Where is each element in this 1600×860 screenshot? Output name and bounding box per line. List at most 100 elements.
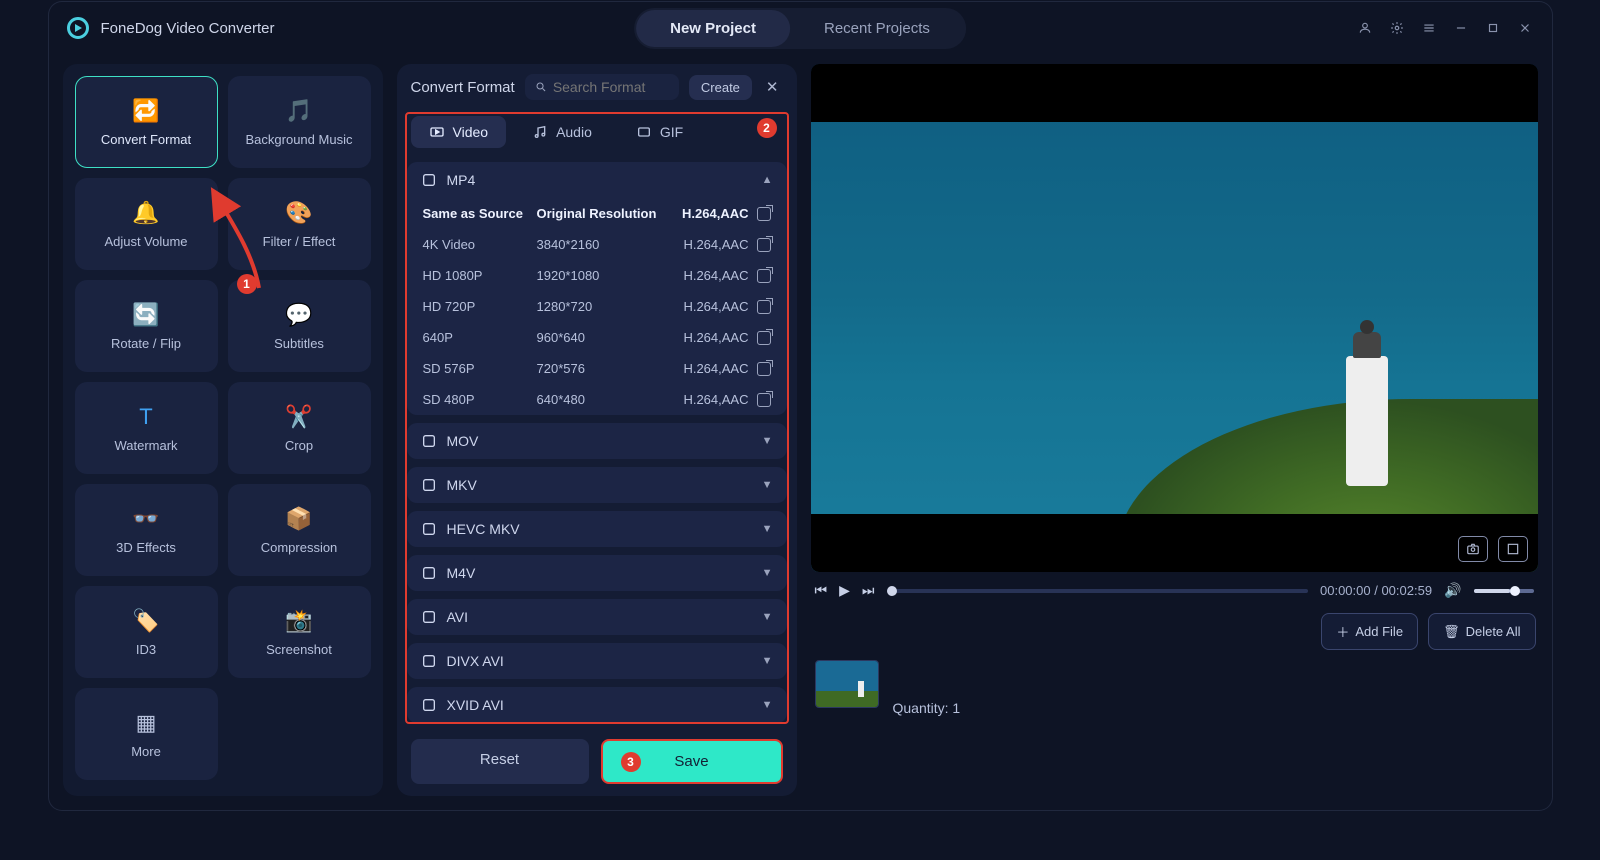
format-group-header[interactable]: XVID AVI ▼ bbox=[407, 687, 787, 723]
edit-preset-icon[interactable] bbox=[757, 362, 771, 376]
preset-codec: H.264,AAC bbox=[683, 268, 748, 283]
format-name: XVID AVI bbox=[447, 697, 504, 713]
format-preset[interactable]: SD 480P640*480H.264,AAC bbox=[407, 384, 787, 415]
settings-icon[interactable] bbox=[1388, 19, 1406, 37]
preset-label: SD 480P bbox=[423, 392, 533, 407]
tool-crop[interactable]: ✂️ Crop bbox=[228, 382, 371, 474]
tab-new-project[interactable]: New Project bbox=[636, 10, 790, 47]
tool-filter-effect[interactable]: 🎨 Filter / Effect bbox=[228, 178, 371, 270]
create-button[interactable]: Create bbox=[689, 75, 752, 100]
seek-track[interactable] bbox=[887, 589, 1309, 593]
time-current: 00:00:00 bbox=[1320, 583, 1371, 598]
play-button[interactable]: ▶ bbox=[839, 582, 850, 599]
format-name: MOV bbox=[447, 433, 479, 449]
clip-thumbnail[interactable] bbox=[815, 660, 879, 708]
gif-icon bbox=[636, 124, 652, 140]
title-bar: FoneDog Video Converter New Project Rece… bbox=[49, 2, 1552, 54]
trash-icon: 🗑 bbox=[1443, 624, 1460, 640]
format-icon bbox=[421, 172, 437, 188]
tab-recent-projects[interactable]: Recent Projects bbox=[790, 10, 964, 47]
tool-label: Crop bbox=[285, 438, 313, 453]
preview-scene bbox=[811, 64, 1538, 572]
preset-label: HD 1080P bbox=[423, 268, 533, 283]
edit-preset-icon[interactable] bbox=[757, 393, 771, 407]
format-group: HEVC MKV▼ bbox=[407, 511, 787, 547]
chevron-icon: ▼ bbox=[762, 699, 773, 711]
time-total: 00:02:59 bbox=[1381, 583, 1432, 598]
format-group-header[interactable]: MKV▼ bbox=[407, 467, 787, 503]
tool-label: Subtitles bbox=[274, 336, 324, 351]
snapshot-button[interactable] bbox=[1458, 536, 1488, 562]
search-icon bbox=[535, 80, 547, 94]
tool-convert-format[interactable]: 🔁 Convert Format bbox=[75, 76, 218, 168]
format-preset[interactable]: 640P960*640H.264,AAC bbox=[407, 322, 787, 353]
media-tab-gif[interactable]: GIF bbox=[618, 116, 701, 148]
format-group-header[interactable]: MP4▲ bbox=[407, 162, 787, 198]
maximize-button[interactable] bbox=[1484, 19, 1502, 37]
plus-icon: ＋ bbox=[1336, 622, 1349, 641]
edit-preset-icon[interactable] bbox=[757, 238, 771, 252]
search-input[interactable] bbox=[553, 79, 669, 95]
format-group-header[interactable]: DIVX AVI▼ bbox=[407, 643, 787, 679]
close-button[interactable] bbox=[1516, 19, 1534, 37]
volume-icon[interactable]: 🔊 bbox=[1444, 582, 1461, 599]
step-badge-3: 3 bbox=[621, 752, 641, 772]
format-preset[interactable]: HD 720P1280*720H.264,AAC bbox=[407, 291, 787, 322]
format-preset[interactable]: SD 576P720*576H.264,AAC bbox=[407, 353, 787, 384]
add-file-button[interactable]: ＋Add File bbox=[1321, 613, 1418, 650]
reset-button[interactable]: Reset bbox=[411, 739, 589, 784]
format-preset[interactable]: HD 1080P 1920*1080 H.264,AAC bbox=[407, 260, 787, 291]
menu-icon[interactable] bbox=[1420, 19, 1438, 37]
tool-label: Rotate / Flip bbox=[111, 336, 181, 351]
edit-preset-icon[interactable] bbox=[757, 300, 771, 314]
preset-codec: H.264,AAC bbox=[683, 237, 748, 252]
glasses-icon: 👓 bbox=[129, 506, 163, 532]
tool-id3[interactable]: 🏷️ ID3 bbox=[75, 586, 218, 678]
tool-more[interactable]: ▦ More bbox=[75, 688, 218, 780]
tab-label: Audio bbox=[556, 124, 592, 140]
tool-compression[interactable]: 📦 Compression bbox=[228, 484, 371, 576]
convert-format-panel: Convert Format Create ✕ 2 Video Audio bbox=[397, 64, 797, 796]
format-preset[interactable]: 4K Video3840*2160H.264,AAC bbox=[407, 229, 787, 260]
edit-preset-icon[interactable] bbox=[757, 269, 771, 283]
tool-rotate-flip[interactable]: 🔄 Rotate / Flip bbox=[75, 280, 218, 372]
format-group-header[interactable]: HEVC MKV▼ bbox=[407, 511, 787, 547]
edit-preset-icon[interactable] bbox=[757, 331, 771, 345]
tool-adjust-volume[interactable]: 🔔 Adjust Volume bbox=[75, 178, 218, 270]
format-icon bbox=[421, 609, 437, 625]
tool-screenshot[interactable]: 📸 Screenshot bbox=[228, 586, 371, 678]
media-type-tabs: Video Audio GIF bbox=[397, 110, 797, 154]
fullscreen-button[interactable] bbox=[1498, 536, 1528, 562]
formats-list[interactable]: MP4▲Same as SourceOriginal ResolutionH.2… bbox=[397, 154, 797, 727]
search-format-field[interactable] bbox=[525, 74, 679, 100]
volume-slider[interactable] bbox=[1474, 589, 1534, 593]
preset-resolution: 1920*1080 bbox=[537, 268, 667, 283]
tool-watermark[interactable]: T Watermark bbox=[75, 382, 218, 474]
format-group-header[interactable]: AVI▼ bbox=[407, 599, 787, 635]
format-icon bbox=[421, 477, 437, 493]
preset-label: HD 720P bbox=[423, 299, 533, 314]
format-group: MOV▼ bbox=[407, 423, 787, 459]
media-tab-video[interactable]: Video bbox=[411, 116, 507, 148]
minimize-button[interactable] bbox=[1452, 19, 1470, 37]
account-icon[interactable] bbox=[1356, 19, 1374, 37]
format-name: MKV bbox=[447, 477, 477, 493]
format-group-header[interactable]: MOV▼ bbox=[407, 423, 787, 459]
tool-background-music[interactable]: 🎵 Background Music bbox=[228, 76, 371, 168]
panel-footer: Reset 3 Save bbox=[397, 727, 797, 796]
prev-button[interactable]: ⏮ bbox=[815, 582, 828, 599]
next-button[interactable]: ⏭ bbox=[862, 582, 875, 599]
format-preset[interactable]: Same as SourceOriginal ResolutionH.264,A… bbox=[407, 198, 787, 229]
save-button[interactable]: 3 Save bbox=[601, 739, 783, 784]
tool-3d-effects[interactable]: 👓 3D Effects bbox=[75, 484, 218, 576]
media-tab-audio[interactable]: Audio bbox=[514, 116, 610, 148]
format-group: M4V▼ bbox=[407, 555, 787, 591]
delete-all-button[interactable]: 🗑Delete All bbox=[1428, 613, 1535, 650]
edit-preset-icon[interactable] bbox=[757, 207, 771, 221]
format-group-header[interactable]: M4V▼ bbox=[407, 555, 787, 591]
close-panel-icon[interactable]: ✕ bbox=[762, 78, 783, 96]
video-icon bbox=[429, 124, 445, 140]
video-preview[interactable] bbox=[811, 64, 1538, 572]
format-icon bbox=[421, 565, 437, 581]
format-group: DIVX AVI▼ bbox=[407, 643, 787, 679]
